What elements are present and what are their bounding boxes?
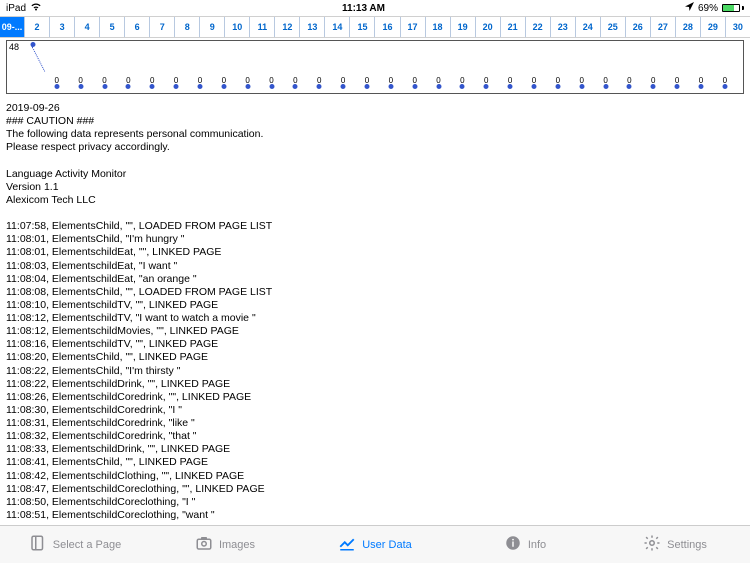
- calendar-day[interactable]: 19: [451, 17, 476, 37]
- chart-point: 0: [474, 43, 498, 91]
- chart-point: 0: [307, 43, 331, 91]
- chart-point: 0: [355, 43, 379, 91]
- calendar-day[interactable]: 12: [275, 17, 300, 37]
- calendar-day[interactable]: 17: [401, 17, 426, 37]
- chart-point: 0: [93, 43, 117, 91]
- chart-point: 0: [236, 43, 260, 91]
- calendar-day[interactable]: 27: [651, 17, 676, 37]
- calendar-day[interactable]: 13: [300, 17, 325, 37]
- clock: 11:13 AM: [342, 3, 385, 14]
- calendar-day[interactable]: 14: [325, 17, 350, 37]
- chart-point: 0: [498, 43, 522, 91]
- calendar-day[interactable]: 4: [75, 17, 100, 37]
- chart-point: 0: [164, 43, 188, 91]
- chart-point: 0: [260, 43, 284, 91]
- calendar-day[interactable]: 7: [150, 17, 175, 37]
- calendar-day[interactable]: 24: [576, 17, 601, 37]
- tab-bar: Select a Page Images User Data Info Sett…: [0, 525, 750, 563]
- activity-chart: 48 4800000000000000000000000000000: [0, 38, 750, 94]
- chart-point: 0: [546, 43, 570, 91]
- calendar-day[interactable]: 5: [100, 17, 125, 37]
- chart-point: 0: [665, 43, 689, 91]
- calendar-day-row: 09-...2345678910111213141516171819202122…: [0, 16, 750, 38]
- calendar-day[interactable]: 26: [626, 17, 651, 37]
- calendar-day[interactable]: 18: [426, 17, 451, 37]
- camera-icon: [195, 534, 213, 555]
- calendar-day[interactable]: 3: [50, 17, 75, 37]
- tab-info[interactable]: Info: [450, 526, 600, 563]
- calendar-day[interactable]: 20: [476, 17, 501, 37]
- calendar-day[interactable]: 22: [526, 17, 551, 37]
- chart-point: 0: [403, 43, 427, 91]
- calendar-day[interactable]: 28: [676, 17, 701, 37]
- tab-label: Settings: [667, 539, 707, 551]
- wifi-icon: [30, 2, 42, 14]
- chart-ymax-label: 48: [9, 42, 19, 52]
- calendar-day[interactable]: 10: [225, 17, 250, 37]
- tab-images[interactable]: Images: [150, 526, 300, 563]
- page-icon: [29, 534, 47, 555]
- info-icon: [504, 534, 522, 555]
- tab-settings[interactable]: Settings: [600, 526, 750, 563]
- calendar-day[interactable]: 29: [701, 17, 726, 37]
- device-label: iPad: [6, 3, 26, 14]
- chart-point: 0: [283, 43, 307, 91]
- calendar-day[interactable]: 21: [501, 17, 526, 37]
- chart-point: 0: [594, 43, 618, 91]
- calendar-day[interactable]: 30: [726, 17, 750, 37]
- chart-point: 0: [45, 43, 69, 91]
- chart-point: 0: [331, 43, 355, 91]
- chart-point: 0: [641, 43, 665, 91]
- tab-label: Info: [528, 539, 546, 551]
- chart-point: 0: [379, 43, 403, 91]
- calendar-day[interactable]: 11: [250, 17, 275, 37]
- chart-icon: [338, 534, 356, 555]
- chart-point: 0: [116, 43, 140, 91]
- chart-point: 0: [69, 43, 93, 91]
- chart-point: 0: [617, 43, 641, 91]
- calendar-day[interactable]: 09-...: [0, 17, 25, 37]
- tab-label: Images: [219, 539, 255, 551]
- gear-icon: [643, 534, 661, 555]
- calendar-day[interactable]: 6: [125, 17, 150, 37]
- calendar-day[interactable]: 23: [551, 17, 576, 37]
- tab-label: User Data: [362, 539, 412, 551]
- calendar-day[interactable]: 25: [601, 17, 626, 37]
- chart-point: 0: [188, 43, 212, 91]
- battery-icon: [722, 4, 744, 12]
- battery-pct: 69%: [698, 3, 718, 14]
- calendar-day[interactable]: 9: [200, 17, 225, 37]
- calendar-day[interactable]: 16: [375, 17, 400, 37]
- chart-point: 0: [140, 43, 164, 91]
- tab-label: Select a Page: [53, 539, 122, 551]
- calendar-day[interactable]: 8: [175, 17, 200, 37]
- chart-point: 0: [570, 43, 594, 91]
- status-bar: iPad 11:13 AM 69%: [0, 0, 750, 16]
- location-icon: [685, 2, 694, 14]
- chart-point: 0: [713, 43, 737, 91]
- chart-point: 0: [212, 43, 236, 91]
- chart-point: 0: [522, 43, 546, 91]
- log-output: 2019-09-26 ### CAUTION ### The following…: [0, 94, 750, 522]
- calendar-day[interactable]: 15: [350, 17, 375, 37]
- calendar-day[interactable]: 2: [25, 17, 50, 37]
- chart-point: 0: [427, 43, 451, 91]
- tab-user-data[interactable]: User Data: [300, 526, 450, 563]
- chart-point: 0: [450, 43, 474, 91]
- tab-select-page[interactable]: Select a Page: [0, 526, 150, 563]
- chart-point: 0: [689, 43, 713, 91]
